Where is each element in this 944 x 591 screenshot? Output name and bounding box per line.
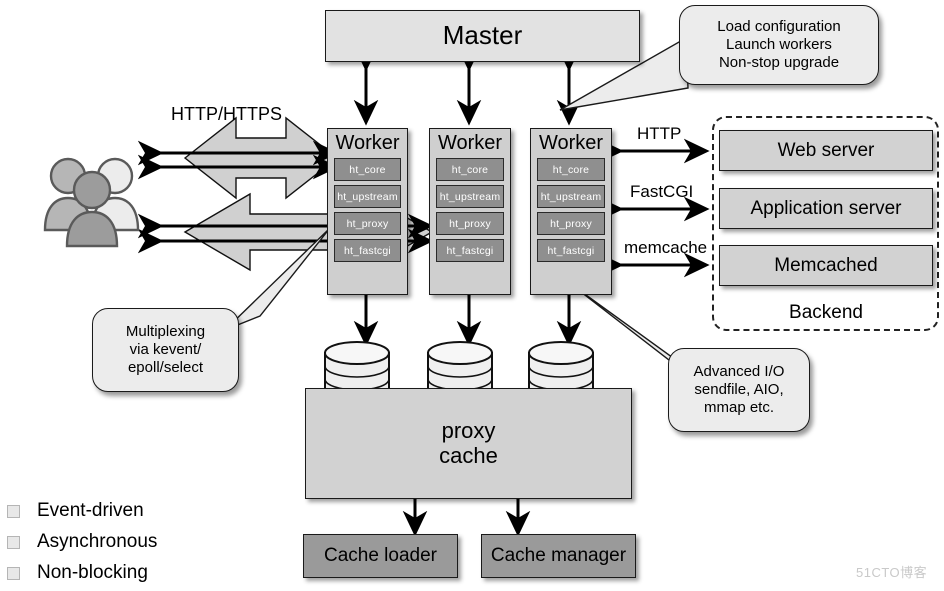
advanced-io-callout[interactable]: Advanced I/O sendfile, AIO, mmap etc. (668, 348, 810, 432)
client-protocol-label: HTTP/HTTPS (171, 104, 282, 124)
cache-loader-box[interactable]: Cache loader (303, 534, 458, 578)
backend-service-label: Application server (750, 197, 902, 219)
worker-box-2[interactable]: Worker ht_core ht_upstream ht_proxy ht_f… (429, 128, 511, 295)
worker-module-ht-proxy[interactable]: ht_proxy (436, 212, 504, 235)
multiplexing-callout[interactable]: Multiplexing via kevent/ epoll/select (92, 308, 239, 392)
worker-title: Worker (538, 132, 604, 154)
bullet-square-icon (7, 566, 20, 580)
worker-module-ht-fastcgi[interactable]: ht_fastcgi (334, 239, 401, 262)
callout-line: Advanced I/O (693, 363, 785, 381)
protocol-label-memcache: memcache (624, 238, 708, 257)
client-arrow-top (183, 116, 339, 200)
worker-module-ht-proxy[interactable]: ht_proxy (334, 212, 401, 235)
feature-list: Event-driven Asynchronous Non-blocking (7, 498, 157, 591)
bullet-square-icon (7, 535, 20, 549)
users-icon (40, 146, 144, 258)
protocol-label-http: HTTP (637, 124, 682, 143)
feature-item-asynchronous: Asynchronous (7, 529, 157, 556)
feature-label: Event-driven (37, 500, 144, 521)
worker-module-ht-core[interactable]: ht_core (334, 158, 401, 181)
worker-module-ht-core[interactable]: ht_core (436, 158, 504, 181)
callout-line: epoll/select (127, 358, 204, 376)
callout-line: mmap etc. (703, 398, 775, 416)
cache-manager-box[interactable]: Cache manager (481, 534, 636, 578)
worker-box-3[interactable]: Worker ht_core ht_upstream ht_proxy ht_f… (530, 128, 612, 295)
callout-line: Launch workers (726, 36, 832, 54)
worker-module-ht-upstream[interactable]: ht_upstream (334, 185, 401, 208)
cache-manager-label: Cache manager (490, 545, 627, 567)
callout-line: Multiplexing (125, 323, 206, 341)
callout-line: sendfile, AIO, (694, 381, 784, 399)
proxy-cache-box[interactable]: proxy cache (305, 388, 632, 499)
master-callout[interactable]: Load configuration Launch workers Non-st… (679, 5, 879, 85)
master-box[interactable]: Master (325, 10, 640, 62)
worker-module-ht-proxy[interactable]: ht_proxy (537, 212, 605, 235)
worker-module-ht-upstream[interactable]: ht_upstream (436, 185, 504, 208)
worker-box-1[interactable]: Worker ht_core ht_upstream ht_proxy ht_f… (327, 128, 408, 295)
worker-title: Worker (335, 132, 400, 154)
diagram-canvas: Master HTTP/HTTPS Worker ht_core ht_upst… (0, 0, 944, 587)
backend-service-label: Web server (777, 139, 875, 161)
callout-line: via kevent/ (129, 341, 202, 359)
worker-module-ht-fastcgi[interactable]: ht_fastcgi (537, 239, 605, 262)
callout-line: Non-stop upgrade (718, 53, 840, 71)
worker-title: Worker (437, 132, 503, 154)
worker-module-ht-core[interactable]: ht_core (537, 158, 605, 181)
worker-module-ht-upstream[interactable]: ht_upstream (537, 185, 605, 208)
backend-panel-label: Backend (789, 302, 863, 323)
proxy-cache-label-line1: proxy (441, 417, 496, 443)
feature-label: Asynchronous (37, 530, 158, 552)
cache-loader-label: Cache loader (323, 545, 438, 567)
backend-service-label: Memcached (774, 254, 878, 276)
protocol-label-fastcgi: FastCGI (630, 182, 694, 201)
backend-service-application-server[interactable]: Application server (719, 188, 933, 229)
feature-label: Non-blocking (37, 561, 148, 583)
backend-service-web-server[interactable]: Web server (719, 130, 933, 171)
master-label: Master (442, 20, 523, 51)
backend-service-memcached[interactable]: Memcached (719, 245, 933, 286)
watermark: 51CTO博客 (856, 565, 928, 580)
feature-item-non-blocking: Non-blocking (7, 560, 157, 587)
bullet-square-icon (7, 504, 20, 518)
callout-line: Load configuration (717, 18, 841, 36)
proxy-cache-label-line2: cache (439, 442, 498, 468)
worker-module-ht-fastcgi[interactable]: ht_fastcgi (436, 239, 504, 262)
feature-item-event-driven: Event-driven (7, 498, 157, 525)
